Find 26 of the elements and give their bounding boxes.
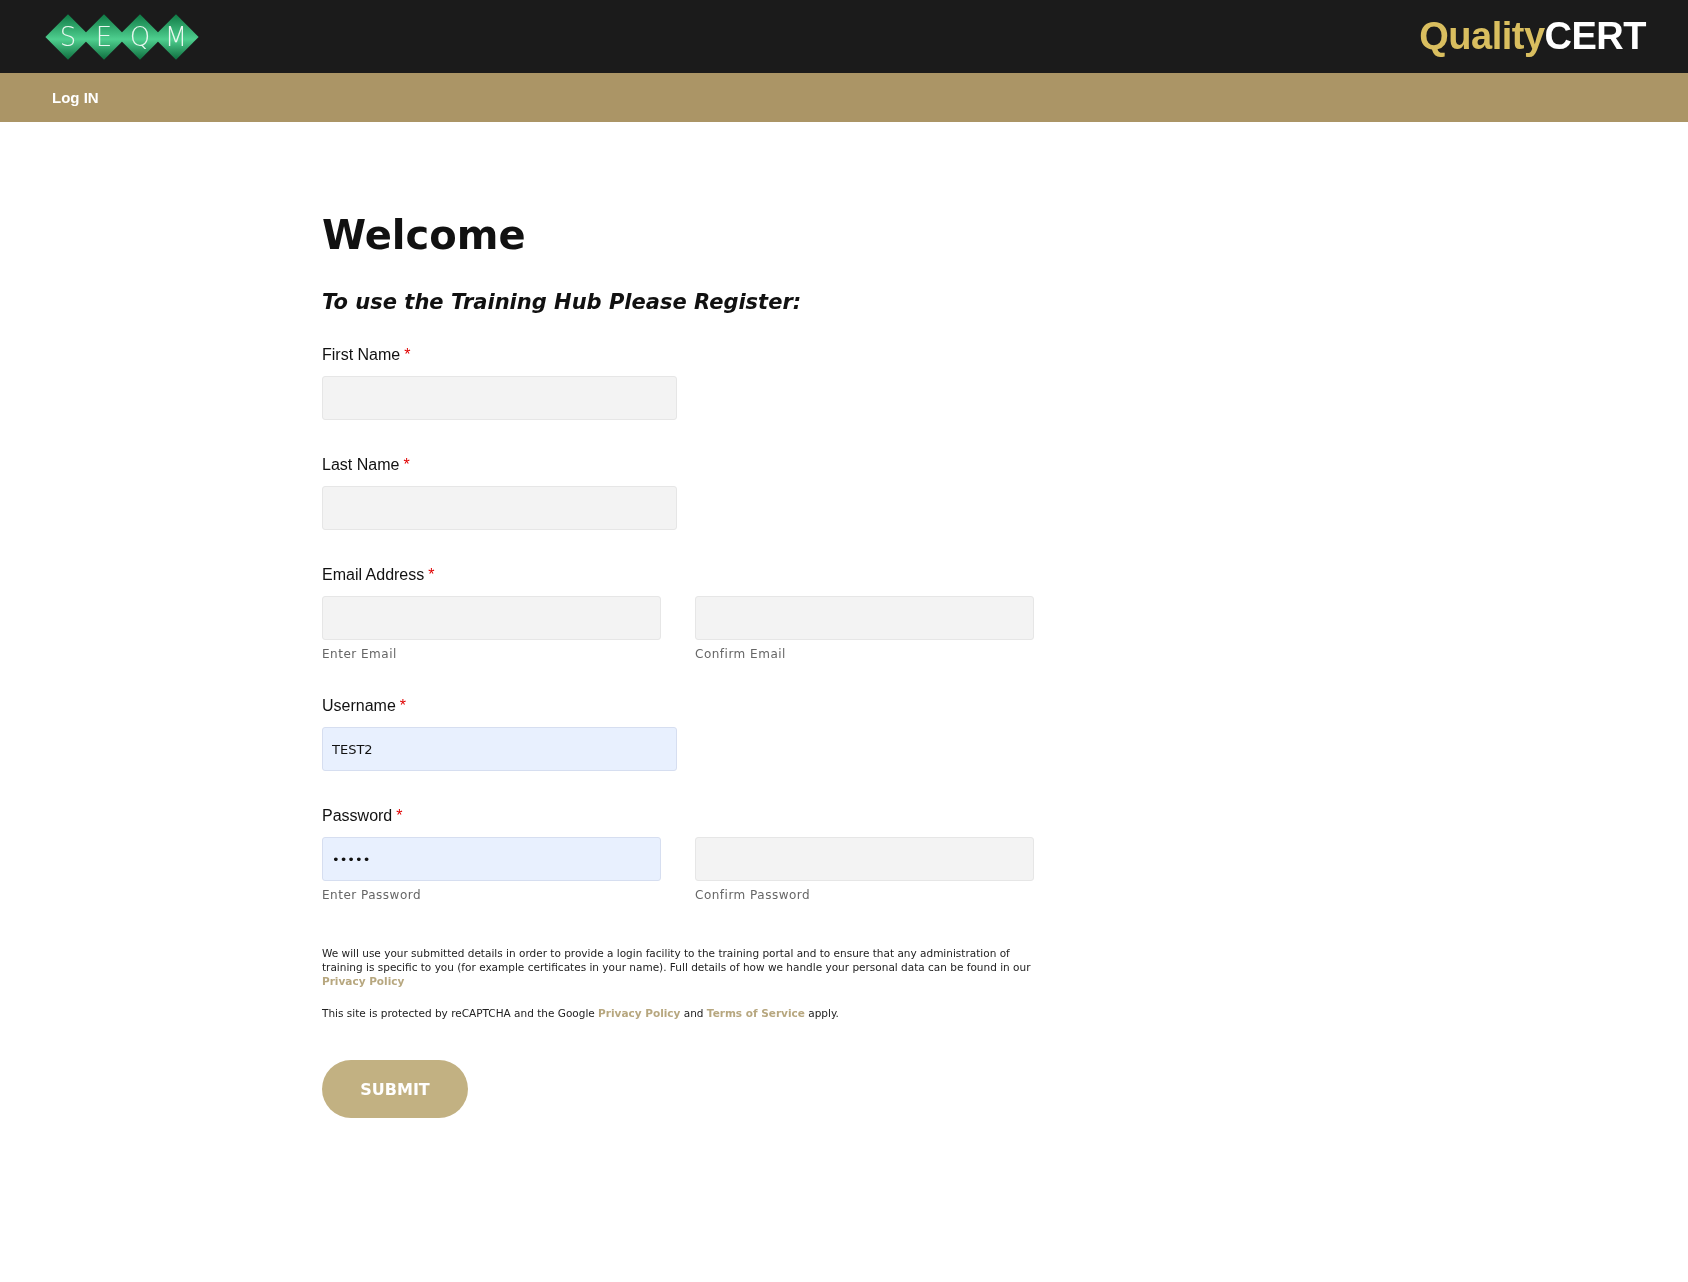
page-subtitle: To use the Training Hub Please Register:: [322, 290, 803, 314]
input-field[interactable]: [322, 486, 677, 530]
nav-link[interactable]: Log IN: [52, 89, 99, 106]
notice-text: We will use your submitted details in order to provide a login facility to the training portal and to ensure that any administration of training is specific to you (for example certificates in your name). Full details of how we handle your personal data can be found in our Privacy Policy: [322, 946, 1032, 988]
input-field[interactable]: [695, 596, 1034, 640]
field-caption: Enter Password: [322, 888, 423, 902]
field-label: Last Name *: [322, 456, 411, 474]
privacy-link[interactable]: Privacy Policy: [322, 975, 405, 987]
field-caption: Confirm Password: [695, 888, 812, 902]
input-field[interactable]: TEST2: [322, 727, 677, 771]
notice-text: This site is protected by reCAPTCHA and the Google Privacy Policy and Terms of Service apply.: [322, 1006, 840, 1020]
page-title: Welcome: [322, 212, 527, 258]
field-caption: Confirm Email: [695, 647, 787, 661]
privacy-link[interactable]: Terms of Service: [706, 1007, 805, 1019]
submit-button[interactable]: SUBMIT: [322, 1060, 468, 1118]
input-field[interactable]: [322, 376, 677, 420]
input-field[interactable]: [322, 596, 661, 640]
input-field[interactable]: [695, 837, 1034, 881]
brand-logo: QualityCERT: [1419, 15, 1646, 58]
field-label: Email Address *: [322, 566, 436, 584]
field-label: Username *: [322, 697, 408, 715]
input-field[interactable]: •••••: [322, 837, 661, 881]
field-label: Password *: [322, 807, 404, 825]
field-caption: Enter Email: [322, 647, 398, 661]
privacy-link[interactable]: Privacy Policy: [598, 1007, 681, 1019]
field-label: First Name *: [322, 346, 412, 364]
